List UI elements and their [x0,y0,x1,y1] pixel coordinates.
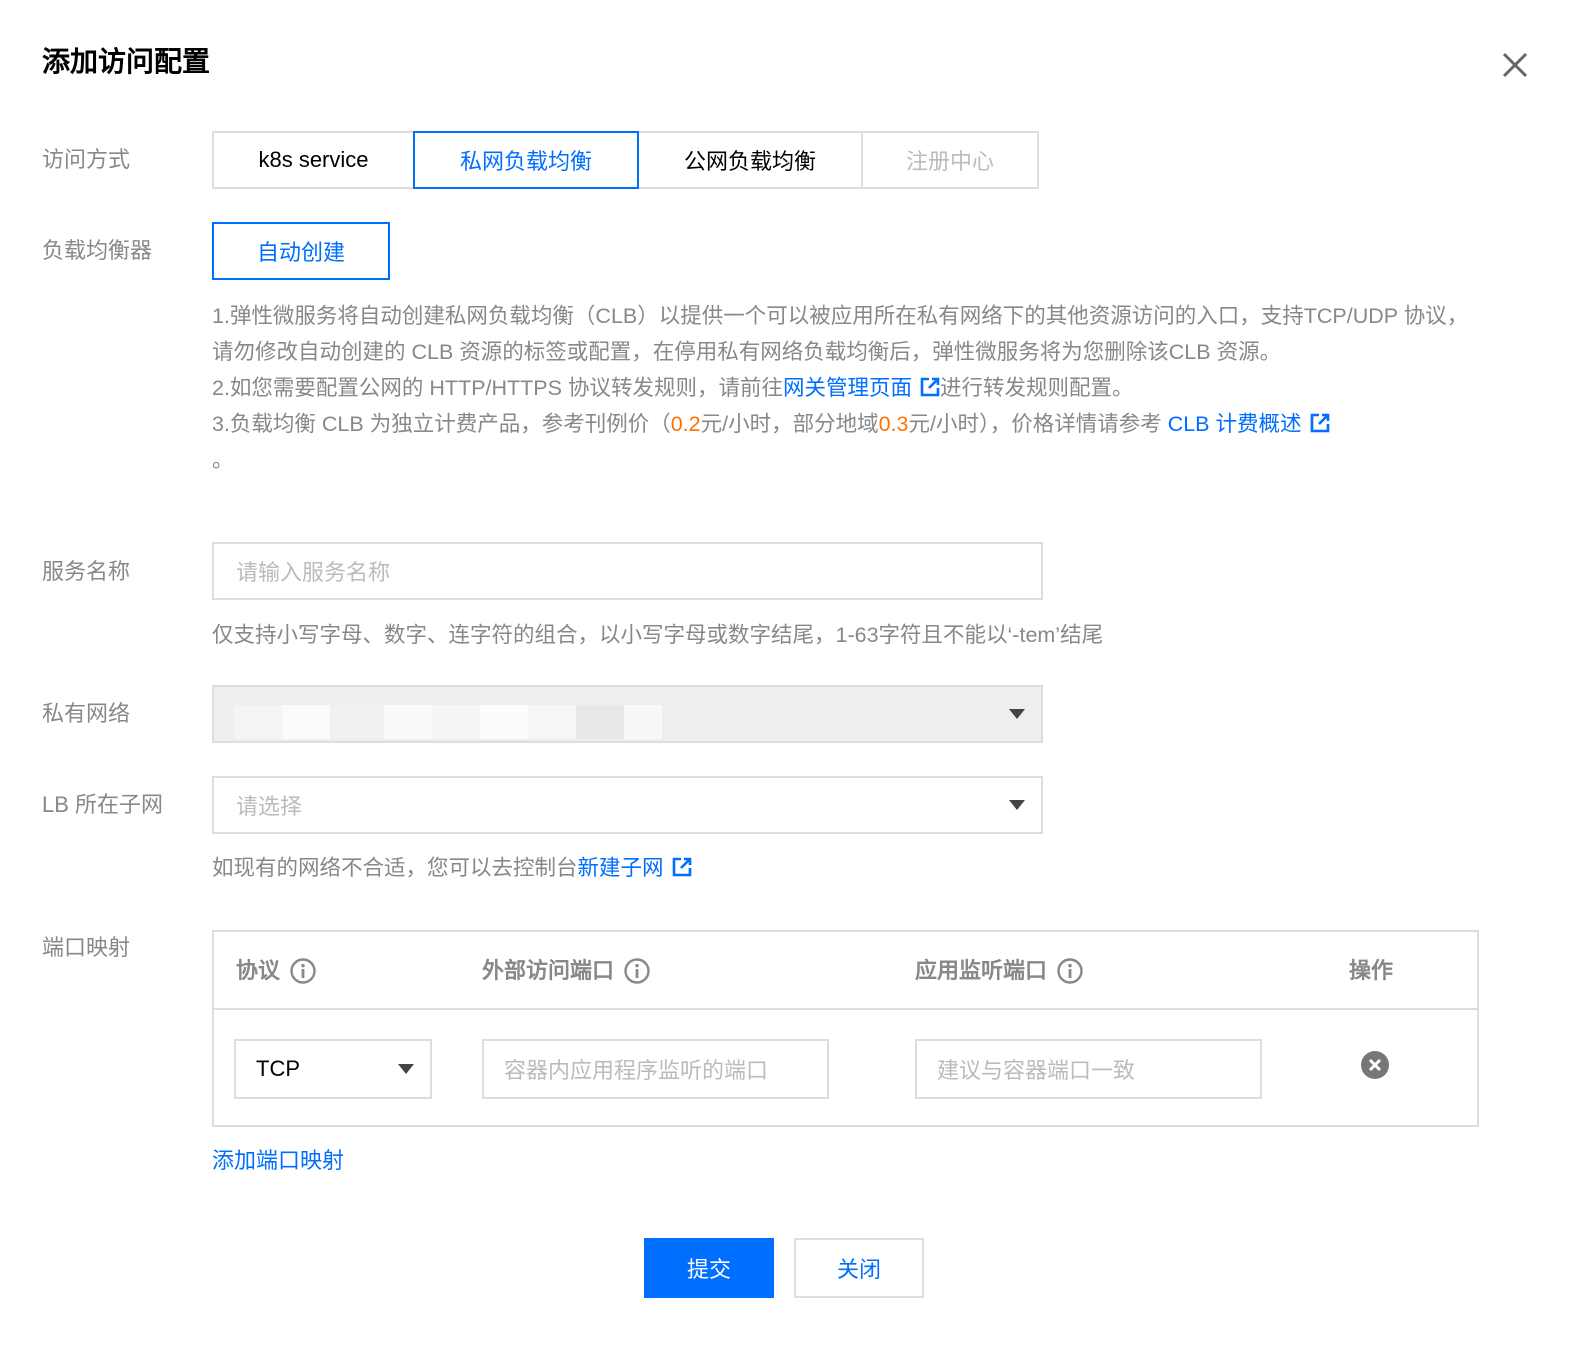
external-link-icon[interactable] [672,857,692,877]
subnet-hint-text: 如现有的网络不合适，您可以去控制台 [212,856,578,880]
redacted-block [330,705,384,739]
access-mode-k8s-service[interactable]: k8s service [212,131,415,189]
note-line-1: 1.弹性微服务将自动创建私网负载均衡（CLB）以提供一个可以被应用所在私有网络下… [212,304,1469,364]
external-link-icon[interactable] [920,377,940,397]
column-external-port: 外部访问端口 [482,956,650,986]
column-external-port-label: 外部访问端口 [482,958,615,983]
close-icon[interactable] [1498,48,1532,82]
note-line-3-mid: 元/小时，部分地域 [700,412,879,436]
gateway-management-link[interactable]: 网关管理页面 [783,376,912,400]
column-protocol-label: 协议 [236,958,281,983]
info-icon[interactable] [290,958,316,984]
create-subnet-link[interactable]: 新建子网 [578,856,664,880]
app-port-placeholder: 建议与容器端口一致 [937,1058,1136,1083]
subnet-label: LB 所在子网 [42,792,164,817]
redacted-block [234,705,282,739]
dialog-title: 添加访问配置 [42,46,211,77]
access-mode-private-clb[interactable]: 私网负载均衡 [413,131,639,189]
note-line-3-prefix: 3.负载均衡 CLB 为独立计费产品，参考刊例价（ [212,412,671,436]
submit-button[interactable]: 提交 [644,1238,774,1298]
redacted-block [528,705,576,739]
auto-create-button[interactable]: 自动创建 [212,222,390,280]
service-name-label: 服务名称 [42,559,131,584]
note-line-3-suffix: 元/小时），价格详情请参考 [908,412,1168,436]
chevron-down-icon [1009,800,1025,810]
vpc-label: 私有网络 [42,701,131,726]
note-line-2-prefix: 2.如您需要配置公网的 HTTP/HTTPS 协议转发规则，请前往 [212,376,783,400]
column-actions-label: 操作 [1349,958,1394,983]
note-line-3-end: 。 [212,448,234,472]
protocol-select[interactable]: TCP [234,1039,432,1099]
close-button[interactable]: 关闭 [794,1238,924,1298]
redacted-block [480,705,528,739]
price-value-2: 0.3 [878,412,909,436]
external-port-input[interactable]: 容器内应用程序监听的端口 [482,1039,829,1099]
info-icon[interactable] [624,958,650,984]
vpc-select [212,685,1043,743]
service-name-placeholder: 请输入服务名称 [236,560,391,585]
note-line-3: 3.负载均衡 CLB 为独立计费产品，参考刊例价（0.2元/小时，部分地域0.3… [212,406,1482,442]
redacted-block [432,705,480,739]
port-mapping-label: 端口映射 [42,935,131,960]
note-line-2: 2.如您需要配置公网的 HTTP/HTTPS 协议转发规则，请前往网关管理页面 进… [212,370,1482,406]
redacted-block [576,705,624,739]
column-app-port: 应用监听端口 [915,956,1083,986]
external-link-icon[interactable] [1310,413,1330,433]
subnet-select[interactable]: 请选择 [212,776,1043,834]
subnet-placeholder: 请选择 [236,794,303,819]
column-protocol: 协议 [236,956,316,986]
access-mode-registry: 注册中心 [861,131,1039,189]
column-actions: 操作 [1349,956,1393,986]
external-port-placeholder: 容器内应用程序监听的端口 [504,1058,769,1083]
redacted-block [384,705,432,739]
info-icon[interactable] [1057,958,1083,984]
add-port-mapping-link[interactable]: 添加端口映射 [212,1146,344,1176]
clb-billing-link[interactable]: CLB 计费概述 [1168,412,1302,436]
service-name-hint: 仅支持小写字母、数字、连字符的组合，以小写字母或数字结尾，1-63字符且不能以‘… [212,623,1104,647]
note-line-2-suffix: 进行转发规则配置。 [939,376,1134,400]
port-mapping-table: 协议 外部访问端口 应用监听端口 操作 TCP 容器内应用程序监听的端口 建议与… [212,930,1479,1127]
price-value-1: 0.2 [670,412,701,436]
redacted-block [282,705,330,739]
app-port-input[interactable]: 建议与容器端口一致 [915,1039,1262,1099]
access-mode-label: 访问方式 [42,147,131,172]
redacted-block [624,705,662,739]
service-name-input[interactable]: 请输入服务名称 [212,542,1043,600]
protocol-value: TCP [256,1056,300,1081]
chevron-down-icon [1009,709,1025,719]
load-balancer-label: 负载均衡器 [42,238,153,263]
port-table-header: 协议 外部访问端口 应用监听端口 操作 [214,932,1477,1010]
delete-circle-icon[interactable] [1360,1050,1390,1080]
access-mode-public-clb[interactable]: 公网负载均衡 [637,131,863,189]
clb-notes: 1.弹性微服务将自动创建私网负载均衡（CLB）以提供一个可以被应用所在私有网络下… [212,298,1482,478]
chevron-down-icon [398,1064,414,1074]
subnet-hint: 如现有的网络不合适，您可以去控制台新建子网 [212,853,692,883]
column-app-port-label: 应用监听端口 [915,958,1048,983]
